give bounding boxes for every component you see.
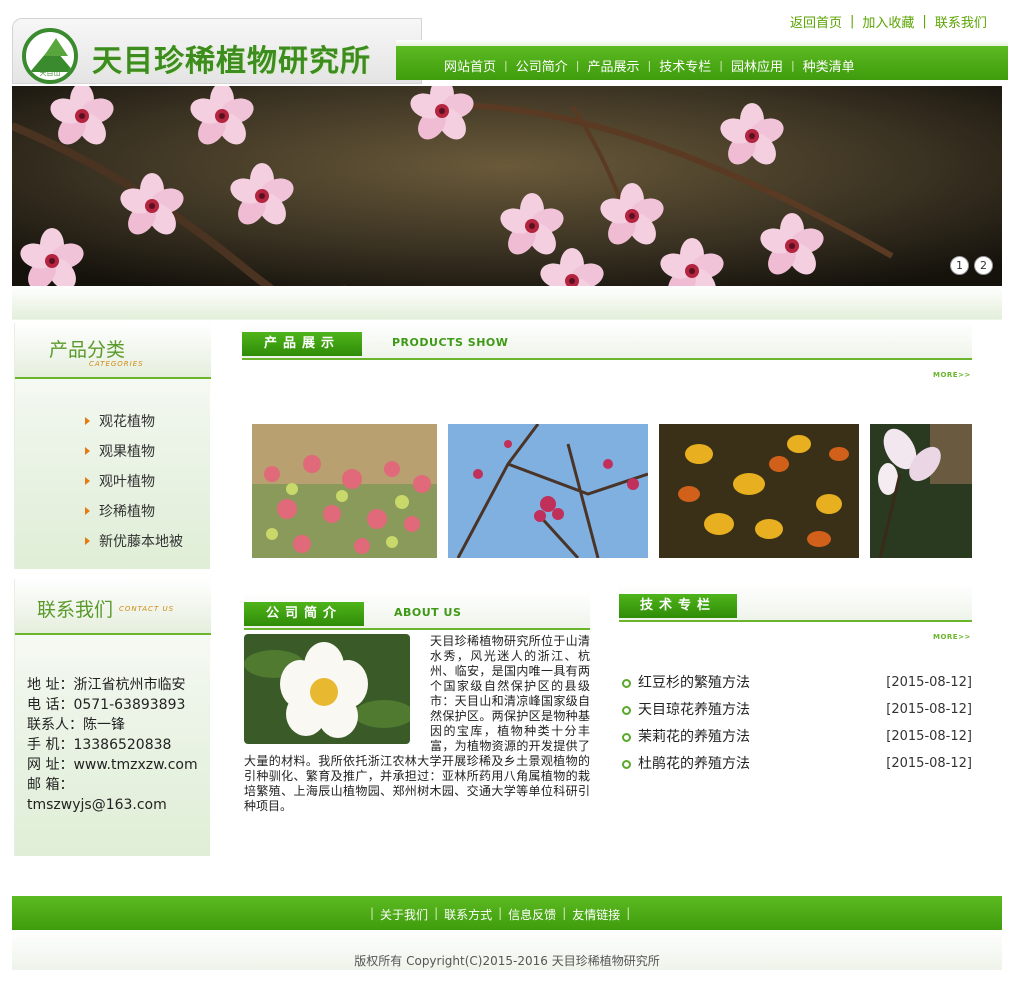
logo-caption: 天目山 <box>39 69 61 77</box>
contact-title: 联系我们 <box>37 599 114 621</box>
autumn-leaves-image <box>659 424 859 558</box>
plum-branch-image <box>448 424 648 558</box>
category-item[interactable]: 新优藤本地被 <box>83 527 183 557</box>
camellia-image <box>244 634 410 744</box>
contact-panel: 联系我们 CONTACT US 地 址：浙江省杭州市临安 电 话：0571-63… <box>14 579 213 856</box>
separator: | <box>626 906 631 920</box>
about-content: 天目珍稀植物研究所位于山清水秀，风光迷人的浙江、杭州、临安，是国内唯一具有两个国… <box>244 634 590 814</box>
category-item[interactable]: 观果植物 <box>83 437 183 467</box>
category-item[interactable]: 观花植物 <box>83 407 183 437</box>
nav-about[interactable]: 公司简介 <box>508 56 576 75</box>
list-item[interactable]: 杜鹃花的养殖方法 [2015-08-12] <box>620 755 972 782</box>
copyright: 版权所有 Copyright(C)2015-2016 天目珍稀植物研究所 <box>354 954 660 968</box>
tech-more-link[interactable]: MORE>> <box>933 633 971 641</box>
article-date: [2015-08-12] <box>886 729 972 744</box>
tech-article-list: 红豆杉的繁殖方法 [2015-08-12] 天目琼花养殖方法 [2015-08-… <box>620 674 972 782</box>
magnolia-image <box>870 424 972 558</box>
categories-subtitle: CATEGORIES <box>89 360 144 368</box>
article-date: [2015-08-12] <box>886 675 972 690</box>
favorite-link[interactable]: 加入收藏 <box>862 12 914 31</box>
product-thumb[interactable] <box>252 424 437 558</box>
categories-panel: 产品分类 CATEGORIES 观花植物 观果植物 观叶植物 珍稀植物 新优藤本… <box>14 323 211 569</box>
list-item[interactable]: 天目琼花养殖方法 [2015-08-12] <box>620 701 972 728</box>
footer-about-link[interactable]: 关于我们 <box>380 906 428 923</box>
categories-header: 产品分类 CATEGORIES <box>15 323 211 379</box>
products-tag: 产品展示 <box>242 332 362 356</box>
list-item[interactable]: 茉莉花的养殖方法 [2015-08-12] <box>620 728 972 755</box>
nav-garden[interactable]: 园林应用 <box>723 56 791 75</box>
list-item[interactable]: 红豆杉的繁殖方法 [2015-08-12] <box>620 674 972 701</box>
category-item[interactable]: 观叶植物 <box>83 467 183 497</box>
about-image <box>244 634 410 744</box>
article-title[interactable]: 杜鹃花的养殖方法 <box>620 755 750 782</box>
shrub-image <box>252 424 437 558</box>
separator: | <box>922 14 927 29</box>
tech-header: 技术专栏 <box>619 584 972 622</box>
footer-contact-link[interactable]: 联系方式 <box>444 906 492 923</box>
main-nav: 网站首页 | 公司简介 | 产品展示 | 技术专栏 | 园林应用 | 种类清单 <box>436 56 863 75</box>
nav-species[interactable]: 种类清单 <box>795 56 863 75</box>
separator: | <box>562 906 567 920</box>
product-thumb[interactable] <box>448 424 648 558</box>
contact-person: 联系人：陈一锋 <box>27 717 125 733</box>
article-date: [2015-08-12] <box>886 702 972 717</box>
logo-emblem-icon[interactable]: 天目山 <box>22 28 78 84</box>
article-title[interactable]: 天目琼花养殖方法 <box>620 701 750 728</box>
top-links: 返回首页 | 加入收藏 | 联系我们 <box>790 12 987 31</box>
contact-email: tmszwyjs@163.com <box>27 797 167 813</box>
product-thumb[interactable] <box>870 424 972 558</box>
article-title[interactable]: 红豆杉的繁殖方法 <box>620 674 750 701</box>
product-thumb[interactable] <box>659 424 859 558</box>
contact-mobile: 手 机：13386520838 <box>27 737 172 753</box>
footer-feedback-link[interactable]: 信息反馈 <box>508 906 556 923</box>
separator: | <box>370 906 375 920</box>
contact-website: 网 址：www.tmzxzw.com <box>27 757 198 773</box>
about-tag: 公司简介 <box>244 602 364 626</box>
contact-email-label: 邮 箱： <box>27 777 74 793</box>
article-title[interactable]: 茉莉花的养殖方法 <box>620 728 750 755</box>
nav-tech[interactable]: 技术专栏 <box>651 56 719 75</box>
footer-links: | 关于我们 | 联系方式 | 信息反馈 | 友情链接 | <box>370 906 630 923</box>
nav-products[interactable]: 产品展示 <box>579 56 647 75</box>
category-item[interactable]: 珍稀植物 <box>83 497 183 527</box>
hero-banner[interactable]: 1 2 <box>12 86 1002 286</box>
contact-subtitle: CONTACT US <box>119 605 175 613</box>
separator: | <box>850 14 855 29</box>
footer-friend-links[interactable]: 友情链接 <box>572 906 620 923</box>
site-title[interactable]: 天目珍稀植物研究所 <box>92 36 371 80</box>
banner-page-1[interactable]: 1 <box>950 256 969 275</box>
article-date: [2015-08-12] <box>886 756 972 771</box>
contact-header: 联系我们 CONTACT US <box>15 579 211 635</box>
about-en-title: ABOUT US <box>394 606 462 619</box>
contact-info: 地 址：浙江省杭州市临安 电 话：0571-63893893 联系人：陈一锋 手… <box>27 675 213 815</box>
contact-phone: 电 话：0571-63893893 <box>27 697 186 713</box>
separator: | <box>498 906 503 920</box>
banner-shadow <box>12 286 1002 320</box>
contact-link[interactable]: 联系我们 <box>935 12 987 31</box>
banner-page-2[interactable]: 2 <box>974 256 993 275</box>
about-header: 公司简介 ABOUT US <box>244 592 590 630</box>
tech-tag: 技术专栏 <box>619 594 737 618</box>
cherry-blossom-image <box>12 86 1002 286</box>
home-link[interactable]: 返回首页 <box>790 12 842 31</box>
products-header: 产品展示 PRODUCTS SHOW <box>242 322 972 360</box>
category-list: 观花植物 观果植物 观叶植物 珍稀植物 新优藤本地被 <box>83 407 183 557</box>
products-en-title: PRODUCTS SHOW <box>392 336 509 349</box>
nav-home[interactable]: 网站首页 <box>436 56 504 75</box>
categories-title: 产品分类 <box>49 339 126 361</box>
products-more-link[interactable]: MORE>> <box>933 371 971 379</box>
separator: | <box>434 906 439 920</box>
contact-address: 地 址：浙江省杭州市临安 <box>27 677 186 693</box>
